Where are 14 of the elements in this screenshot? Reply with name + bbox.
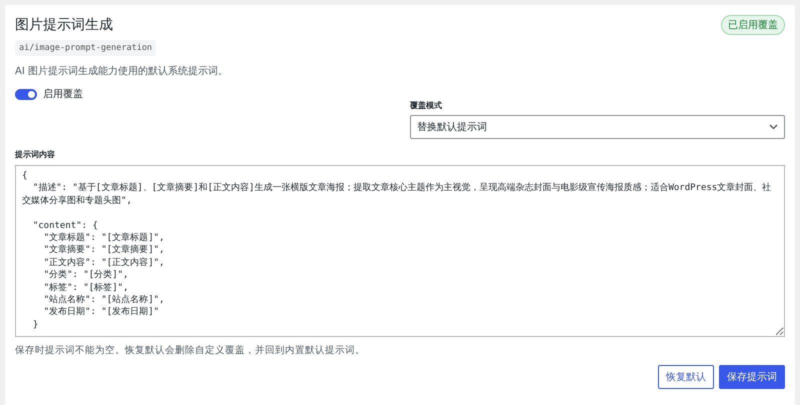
toggle-label: 启用覆盖 xyxy=(43,88,83,101)
prompt-textarea[interactable]: { "描述": "基于[文章标题]、[文章摘要]和[正文内容]生成一张横版文章海报；提取文章核心主题作为主视觉，呈现高端杂志封面与电影级宣传海报质感；适合WordPress文章封面、社交媒体分享图和专题头图", "content": { "文章标题": "[文章标题]", "文章摘要": "[文章摘要]", "正文内容": "[正文内容]", "分类": "[分类]", "标签": "[标签]", "站点名称": "[站点名称]", "发布日期": "[发布日期]" } xyxy=(15,165,785,337)
mode-select[interactable]: 替换默认提示词 xyxy=(410,115,785,139)
toggle-switch[interactable] xyxy=(15,88,37,100)
reset-button[interactable]: 恢复默认 xyxy=(658,365,714,389)
help-text: 保存时提示词不能为空。恢复默认会删除自定义覆盖，并回到内置默认提示词。 xyxy=(15,344,366,357)
chevron-down-icon xyxy=(769,124,778,130)
save-button[interactable]: 保存提示词 xyxy=(719,365,785,389)
field-label: 提示词内容 xyxy=(15,149,56,160)
description-text: AI 图片提示词生成能力使用的默认系统提示词。 xyxy=(15,64,229,78)
field-label: 覆盖模式 xyxy=(410,100,443,111)
status-badge: 已启用覆盖 xyxy=(721,15,785,35)
section-title: 图片提示词生成 xyxy=(15,16,113,34)
slug-code: ai/image-prompt-generation xyxy=(15,40,156,56)
